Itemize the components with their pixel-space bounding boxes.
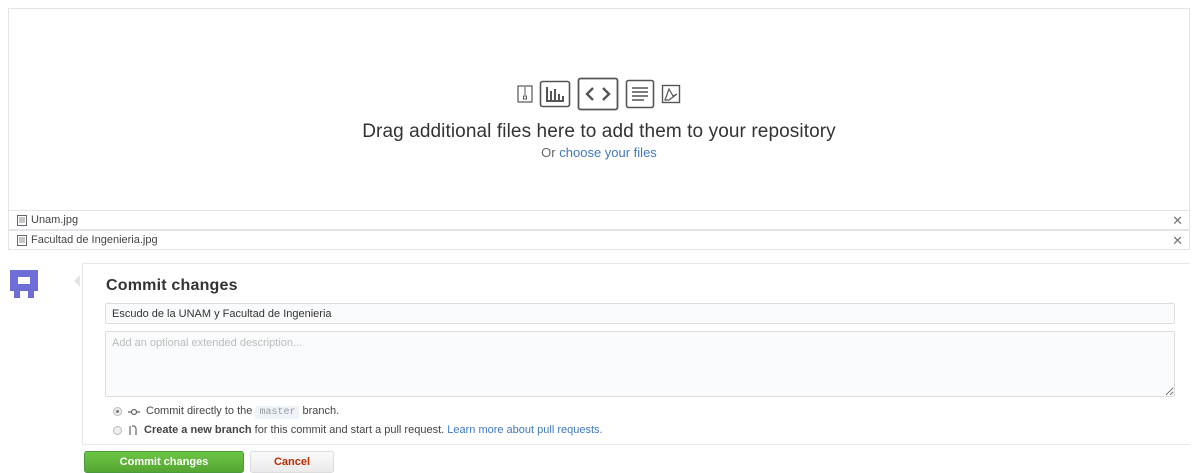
new-branch-bold: Create a new branch [144, 424, 252, 436]
file-row-facultad: Facultad de Ingenieria.jpg ✕ [8, 230, 1190, 250]
commit-direct-prefix: Commit directly to the [146, 405, 253, 417]
commit-direct-radio[interactable] [113, 407, 122, 416]
cancel-button[interactable]: Cancel [250, 451, 334, 473]
pdf-file-icon [661, 84, 681, 104]
new-branch-text: for this commit and start a pull request… [254, 424, 445, 436]
or-text: Or [541, 145, 556, 160]
choose-files-link[interactable]: choose your files [559, 145, 657, 160]
learn-more-link[interactable]: Learn more about pull requests. [447, 424, 602, 436]
commit-heading: Commit changes [106, 277, 238, 294]
commit-summary-input[interactable] [105, 303, 1175, 324]
new-branch-option[interactable]: Create a new branch for this commit and … [113, 424, 603, 436]
file-icon [17, 214, 27, 226]
new-branch-radio[interactable] [113, 425, 122, 435]
code-file-icon [577, 77, 619, 111]
branch-name: master [255, 406, 300, 419]
file-name: Facultad de Ingenieria.jpg [31, 234, 158, 246]
commit-direct-option[interactable]: Commit directly to the master branch. [113, 405, 340, 419]
file-type-icons [9, 77, 1189, 111]
upload-dropzone[interactable]: Drag additional files here to add them t… [8, 8, 1190, 210]
avatar [10, 270, 38, 298]
commit-form: Commit changes Commit directly to the ma… [82, 263, 1190, 445]
remove-file-icon[interactable]: ✕ [1172, 233, 1183, 249]
remove-file-icon[interactable]: ✕ [1172, 213, 1183, 229]
pull-request-icon [129, 424, 137, 435]
file-name: Unam.jpg [31, 214, 79, 226]
file-row-unam: Unam.jpg ✕ [8, 210, 1190, 230]
new-branch-label: Create a new branch for this commit and … [144, 424, 603, 436]
commit-direct-suffix: branch. [302, 405, 340, 417]
avatar-pointer [74, 275, 80, 287]
commit-direct-label: Commit directly to the master branch. [146, 405, 340, 419]
git-commit-icon [128, 408, 140, 415]
commit-changes-button[interactable]: Commit changes [84, 451, 244, 473]
file-zip-icon [517, 85, 533, 103]
file-icon [17, 234, 27, 246]
dropzone-title: Drag additional files here to add them t… [362, 121, 836, 142]
chart-file-icon [539, 80, 571, 108]
dropzone-subtitle: Or choose your files [9, 145, 1189, 160]
commit-description-input[interactable] [105, 331, 1175, 397]
text-file-icon [625, 79, 655, 109]
